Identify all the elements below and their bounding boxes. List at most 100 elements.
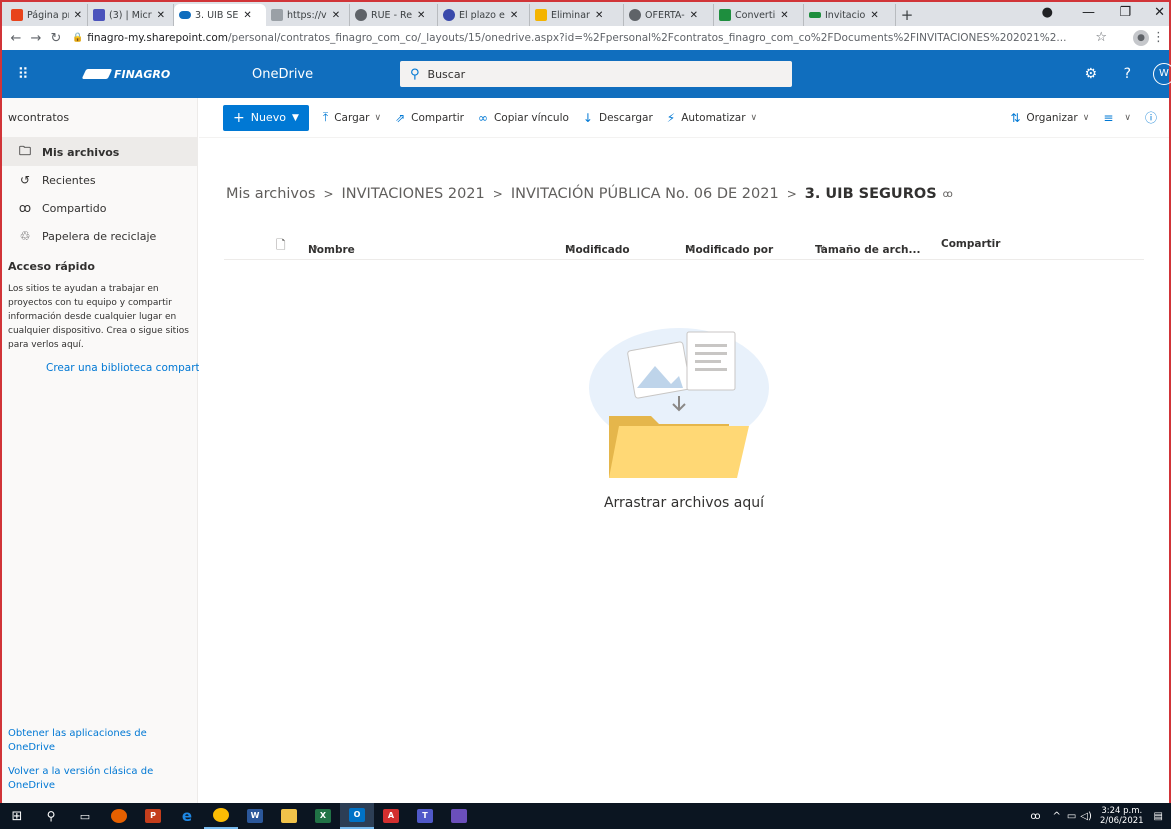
back-icon[interactable]: ← xyxy=(6,31,26,46)
chevron-right-icon: > xyxy=(786,187,797,201)
chevron-right-icon: > xyxy=(323,187,334,201)
browser-tab[interactable]: Invitacio ✕ xyxy=(804,4,896,26)
settings-gear-icon[interactable]: ⚙ xyxy=(1084,66,1097,82)
restore-icon[interactable]: ❐ xyxy=(1119,2,1131,24)
taskbar-search[interactable]: ⚲ xyxy=(34,803,68,829)
firefox-icon xyxy=(111,809,127,823)
taskbar-explorer[interactable] xyxy=(272,803,306,829)
notifications-icon[interactable]: ▤ xyxy=(1154,811,1163,822)
profile-icon[interactable]: ● xyxy=(1133,30,1149,46)
taskbar-firefox[interactable] xyxy=(102,803,136,829)
chevron-down-icon: ∨ xyxy=(312,244,319,254)
browser-tab[interactable]: Eliminar ✕ xyxy=(530,4,624,26)
nav-item-recent[interactable]: ↺ Recientes xyxy=(2,166,197,194)
main-content: Mis archivos > INVITACIONES 2021 > INVIT… xyxy=(199,138,1169,803)
url-field[interactable]: 🔒 finagro-my.sharepoint.com/personal/con… xyxy=(72,32,1112,44)
tab-search-icon[interactable]: ● xyxy=(1042,2,1053,24)
empty-folder-illustration xyxy=(589,328,769,478)
taskbar-teams[interactable]: T xyxy=(408,803,442,829)
file-type-icon[interactable]: 🗋 xyxy=(276,236,286,257)
info-button[interactable]: ⓘ xyxy=(1145,109,1163,126)
user-avatar[interactable]: W xyxy=(1153,63,1171,85)
copy-link-button[interactable]: ∞ Copiar vínculo xyxy=(478,111,569,125)
finagro-logo-icon xyxy=(81,69,113,79)
forward-icon[interactable]: → xyxy=(26,31,46,46)
reload-icon[interactable]: ↻ xyxy=(46,31,66,46)
share-button[interactable]: ⇗ Compartir xyxy=(395,111,464,125)
classic-view-link[interactable]: Volver a la versión clásica de OneDrive xyxy=(8,765,158,793)
close-window-icon[interactable]: ✕ xyxy=(1154,2,1165,24)
view-options-button[interactable]: ≡ ∨ xyxy=(1103,111,1131,125)
quick-access-title: Acceso rápido xyxy=(8,260,95,273)
nav-item-recycle-bin[interactable]: ♲ Papelera de reciclaje xyxy=(2,222,197,250)
taskbar-edge[interactable]: e xyxy=(170,803,204,829)
sort-label: Organizar xyxy=(1026,111,1078,124)
column-sharing[interactable]: Compartir xyxy=(941,238,1000,250)
new-button[interactable]: + Nuevo ▼ xyxy=(223,104,309,131)
download-label: Descargar xyxy=(598,111,653,124)
browser-tab[interactable]: https://v ✕ xyxy=(266,4,350,26)
volume-icon[interactable]: ◁) xyxy=(1080,811,1092,822)
taskbar-acrobat[interactable]: A xyxy=(374,803,408,829)
browser-menu-icon[interactable]: ⋮ xyxy=(1152,30,1165,45)
browser-tab[interactable]: (3) | Micr ✕ xyxy=(88,4,174,26)
browser-tab[interactable]: Converti ✕ xyxy=(714,4,804,26)
new-tab-button[interactable]: + xyxy=(896,4,918,26)
lock-icon: 🔒 xyxy=(72,33,84,43)
network-icon[interactable]: ▭ xyxy=(1067,811,1076,822)
clock[interactable]: 3:24 p.m. 2/06/2021 xyxy=(1100,806,1144,826)
app-name[interactable]: OneDrive xyxy=(252,67,352,82)
chevron-right-icon: > xyxy=(492,187,503,201)
close-tab-icon[interactable]: ✕ xyxy=(510,10,518,21)
help-icon[interactable]: ? xyxy=(1124,66,1131,82)
browser-tab[interactable]: RUE - Re ✕ xyxy=(350,4,438,26)
close-tab-icon[interactable]: ✕ xyxy=(74,10,82,21)
search-placeholder: Buscar xyxy=(427,67,466,81)
bookmark-star-icon[interactable]: ☆ xyxy=(1095,30,1107,45)
create-library-link[interactable]: Crear una biblioteca comparti xyxy=(2,352,203,374)
taskbar-outlook[interactable]: O xyxy=(340,803,374,829)
start-button[interactable]: ⊞ xyxy=(0,803,34,829)
chevron-down-icon: ∨ xyxy=(569,244,576,254)
taskbar-chrome[interactable] xyxy=(204,803,238,829)
tab-title: https://v xyxy=(287,9,327,21)
download-button[interactable]: ↓ Descargar xyxy=(583,111,653,125)
close-tab-icon[interactable]: ✕ xyxy=(595,10,603,21)
get-apps-link[interactable]: Obtener las aplicaciones de OneDrive xyxy=(8,727,158,755)
nav-item-shared[interactable]: ꝏ Compartido xyxy=(2,194,197,222)
breadcrumb-item[interactable]: Mis archivos xyxy=(226,186,315,202)
upload-button[interactable]: ⤒ Cargar ∨ xyxy=(323,110,381,125)
taskbar-excel[interactable]: X xyxy=(306,803,340,829)
automate-button[interactable]: ⚡ Automatizar ∨ xyxy=(667,111,757,125)
search-box[interactable]: ⚲ Buscar xyxy=(400,61,792,87)
nav-item-label: Compartido xyxy=(42,201,107,215)
browser-tab[interactable]: Página pr ✕ xyxy=(6,4,88,26)
people-icon[interactable]: ꝏ xyxy=(1030,811,1040,822)
chrome-icon xyxy=(213,808,229,822)
taskbar-word[interactable]: W xyxy=(238,803,272,829)
taskbar-app[interactable] xyxy=(442,803,476,829)
browser-tab[interactable]: OFERTA- ✕ xyxy=(624,4,714,26)
close-tab-icon[interactable]: ✕ xyxy=(690,10,698,21)
close-tab-icon[interactable]: ✕ xyxy=(870,10,878,21)
tab-favicon-icon xyxy=(271,9,283,21)
minimize-icon[interactable]: — xyxy=(1082,2,1095,24)
task-view-button[interactable]: ▭ xyxy=(68,803,102,829)
nav-item-my-files[interactable]: 🗀 Mis archivos xyxy=(2,138,197,166)
close-tab-icon[interactable]: ✕ xyxy=(780,10,788,21)
close-tab-icon[interactable]: ✕ xyxy=(417,10,425,21)
browser-tab-active[interactable]: 3. UIB SE ✕ xyxy=(174,4,266,26)
close-tab-icon[interactable]: ✕ xyxy=(157,10,165,21)
chevron-up-icon[interactable]: ^ xyxy=(1053,811,1061,822)
breadcrumb-item[interactable]: INVITACIÓN PÚBLICA No. 06 DE 2021 xyxy=(511,186,779,202)
browser-tab[interactable]: El plazo e ✕ xyxy=(438,4,530,26)
taskbar-powerpoint[interactable]: P xyxy=(136,803,170,829)
search-icon: ⚲ xyxy=(410,66,420,82)
brand-logo[interactable]: FINAGRO xyxy=(81,68,204,81)
close-tab-icon[interactable]: ✕ xyxy=(332,10,340,21)
app-launcher-icon[interactable]: ⠿ xyxy=(2,65,44,83)
sidebar-footer: Obtener las aplicaciones de OneDrive Vol… xyxy=(8,717,158,793)
close-tab-icon[interactable]: ✕ xyxy=(243,10,251,21)
breadcrumb-item[interactable]: INVITACIONES 2021 xyxy=(342,186,485,202)
sort-button[interactable]: ⇅ Organizar ∨ xyxy=(1010,111,1089,125)
